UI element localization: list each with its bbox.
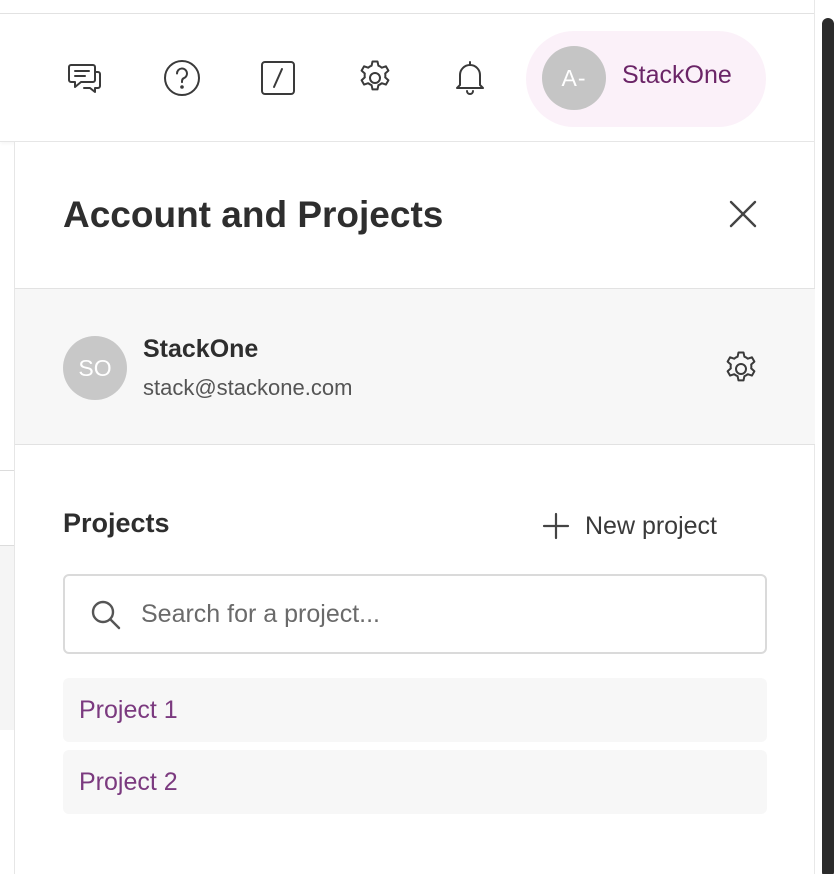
scrollbar-thumb[interactable]: [822, 18, 834, 874]
app-window: A- StackOne Account and Projects SO Stac…: [0, 0, 834, 874]
organization-name: StackOne: [143, 335, 259, 363]
account-menu-button[interactable]: A- StackOne: [526, 31, 766, 127]
account-name: StackOne: [622, 61, 732, 89]
avatar: A-: [542, 46, 606, 110]
new-project-button[interactable]: New project: [541, 506, 717, 546]
account-projects-panel: Account and Projects SO StackOne stack@s…: [14, 142, 815, 874]
feedback-icon[interactable]: [61, 54, 109, 102]
background-shaded-area: [0, 545, 14, 730]
panel-title: Account and Projects: [63, 194, 444, 235]
help-icon[interactable]: [158, 54, 206, 102]
projects-heading: Projects: [63, 508, 170, 538]
organization-card: SO StackOne stack@stackone.com: [15, 288, 815, 445]
plus-icon: [541, 511, 571, 541]
project-item[interactable]: Project 1: [63, 678, 767, 742]
settings-icon[interactable]: [351, 54, 399, 102]
top-navigation-bar: A- StackOne: [0, 13, 814, 142]
search-icon: [89, 598, 123, 632]
background-divider: [0, 470, 14, 471]
notifications-icon[interactable]: [446, 54, 494, 102]
project-item[interactable]: Project 2: [63, 750, 767, 814]
background-divider: [0, 545, 14, 546]
search-input[interactable]: [141, 588, 741, 640]
slash-command-icon[interactable]: [254, 54, 302, 102]
organization-settings-icon[interactable]: [721, 349, 761, 389]
close-icon[interactable]: [725, 196, 761, 232]
organization-avatar: SO: [63, 336, 127, 400]
project-search-box: [63, 574, 767, 654]
organization-email: stack@stackone.com: [143, 375, 353, 400]
new-project-label: New project: [585, 511, 717, 540]
